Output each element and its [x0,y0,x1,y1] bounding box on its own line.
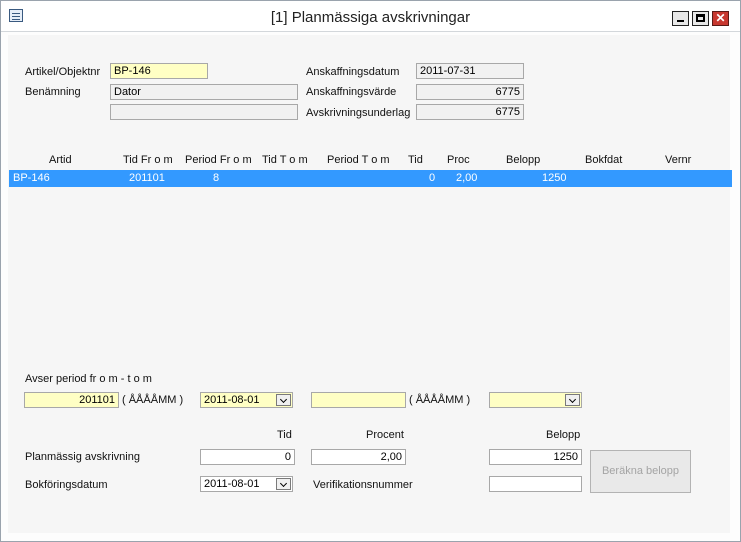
procent-input[interactable]: 2,00 [311,449,406,465]
period-to-input[interactable] [311,392,406,408]
anskaffningsvarde-field: 6775 [416,84,524,100]
period-to-hint: ( ÅÅÅÅMM ) [409,394,471,406]
chevron-down-icon[interactable] [565,394,580,406]
berakna-belopp-button[interactable]: Beräkna belopp [590,450,691,493]
benamning-label: Benämning [25,86,81,98]
column-header-tid-tom[interactable]: Tid T o m [262,154,308,166]
chevron-down-icon[interactable] [276,394,291,406]
bokforingsdatum-value: 2011-08-01 [204,478,260,490]
minimize-icon[interactable] [672,11,689,26]
period-from-hint: ( ÅÅÅÅMM ) [122,394,184,406]
cell-artid: BP-146 [13,172,50,184]
period-label: Avser period fr o m - t o m [25,373,152,385]
bokforingsdatum-select[interactable]: 2011-08-01 [200,476,293,492]
column-header-proc[interactable]: Proc [447,154,470,166]
cell-belopp: 1250 [542,172,567,184]
period-from-input[interactable]: 201101 [24,392,119,408]
anskaffningsdatum-field: 2011-07-31 [416,63,524,79]
column-header-period-from[interactable]: Period Fr o m [185,154,252,166]
window-title: [1] Planmässiga avskrivningar [270,9,471,26]
verifikationsnummer-input[interactable] [489,476,582,492]
avskrivningsunderlag-field: 6775 [416,104,524,120]
column-header-period-tom[interactable]: Period T o m [327,154,390,166]
tid-input[interactable]: 0 [200,449,295,465]
artikel-input[interactable]: BP-146 [110,63,208,79]
column-header-vernr[interactable]: Vernr [665,154,691,166]
column-header-tid[interactable]: Tid [408,154,423,166]
period-from-date-value: 2011-08-01 [204,394,260,406]
chevron-down-icon[interactable] [276,478,291,490]
column-header-bokfdat[interactable]: Bokfdat [585,154,622,166]
procent-header: Procent [366,429,404,441]
tid-header: Tid [277,429,292,441]
artikel-label: Artikel/Objektnr [25,66,101,78]
cell-proc: 2,00 [456,172,478,184]
maximize-icon[interactable] [692,11,709,26]
column-header-artid[interactable]: Artid [49,154,72,166]
avskrivningsunderlag-label: Avskrivningsunderlag [306,107,411,119]
belopp-header: Belopp [546,429,581,441]
table-row[interactable]: BP-146 201101 8 0 2,00 1250 [9,170,732,187]
bokforingsdatum-label: Bokföringsdatum [25,479,108,491]
anskaffningsdatum-label: Anskaffningsdatum [306,66,400,78]
belopp-input[interactable]: 1250 [489,449,582,465]
column-header-belopp[interactable]: Belopp [506,154,540,166]
cell-tid: 0 [429,172,436,184]
close-icon[interactable]: ✕ [712,11,729,26]
cell-tid-from: 201101 [129,172,165,184]
verifikationsnummer-label: Verifikationsnummer [313,479,413,491]
period-to-date-select[interactable] [489,392,582,408]
planmassig-label: Planmässig avskrivning [25,451,140,463]
benamning-input[interactable]: Dator [110,84,298,100]
period-from-date-select[interactable]: 2011-08-01 [200,392,293,408]
cell-period-from: 8 [213,172,220,184]
anskaffningsvarde-label: Anskaffningsvärde [306,86,397,98]
benamning-extra-input[interactable] [110,104,298,120]
title-bar: [1] Planmässiga avskrivningar ✕ [1,1,740,32]
column-header-tid-from[interactable]: Tid Fr o m [123,154,173,166]
